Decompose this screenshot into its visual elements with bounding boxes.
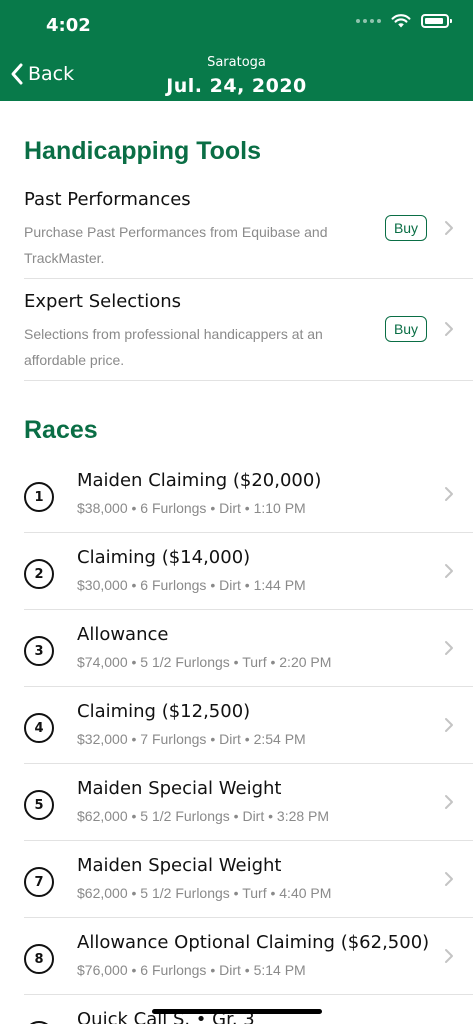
status-time: 4:02 <box>46 15 91 36</box>
race-number-badge: 5 <box>24 790 54 820</box>
race-name: Claiming ($14,000) <box>77 547 251 568</box>
race-details: $38,000 • 6 Furlongs • Dirt • 1:10 PM <box>77 500 306 516</box>
race-name: Maiden Special Weight <box>77 855 282 876</box>
race-name: Allowance <box>77 624 169 645</box>
section-title-races: Races <box>24 416 98 444</box>
race-row-1[interactable]: 1 Maiden Claiming ($20,000) $38,000 • 6 … <box>24 456 473 533</box>
race-details: $62,000 • 5 1/2 Furlongs • Dirt • 3:28 P… <box>77 808 330 824</box>
race-number-badge: 2 <box>24 559 54 589</box>
chevron-right-icon <box>445 564 453 578</box>
race-details: $62,000 • 5 1/2 Furlongs • Turf • 4:40 P… <box>77 885 332 901</box>
race-name: Claiming ($12,500) <box>77 701 251 722</box>
chevron-right-icon <box>445 221 453 235</box>
race-details: $32,000 • 7 Furlongs • Dirt • 2:54 PM <box>77 731 306 747</box>
section-title-tools: Handicapping Tools <box>24 137 262 165</box>
tool-description: Purchase Past Performances from Equibase… <box>24 224 328 266</box>
race-details: $30,000 • 6 Furlongs • Dirt • 1:44 PM <box>77 577 306 593</box>
track-name: Saratoga <box>207 55 266 70</box>
chevron-right-icon <box>445 872 453 886</box>
race-row-3[interactable]: 3 Allowance $74,000 • 5 1/2 Furlongs • T… <box>24 610 473 687</box>
race-name: Maiden Claiming ($20,000) <box>77 470 322 491</box>
battery-icon <box>421 14 452 28</box>
race-row-2[interactable]: 2 Claiming ($14,000) $30,000 • 6 Furlong… <box>24 533 473 610</box>
chevron-right-icon <box>445 487 453 501</box>
race-row-4[interactable]: 4 Claiming ($12,500) $32,000 • 7 Furlong… <box>24 687 473 764</box>
race-details: $76,000 • 6 Furlongs • Dirt • 5:14 PM <box>77 962 306 978</box>
nav-header: 4:02 Back Saratoga Jul. 24, 2020 <box>0 0 473 101</box>
signal-icon <box>356 19 381 23</box>
race-name: Allowance Optional Claiming ($62,500) <box>77 932 430 953</box>
wifi-icon <box>391 14 411 28</box>
buy-button[interactable]: Buy <box>385 215 427 241</box>
chevron-right-icon <box>445 641 453 655</box>
race-row-8[interactable]: 8 Allowance Optional Claiming ($62,500) … <box>24 918 473 995</box>
chevron-right-icon <box>445 718 453 732</box>
race-details: $74,000 • 5 1/2 Furlongs • Turf • 2:20 P… <box>77 654 332 670</box>
race-number-badge: 8 <box>24 944 54 974</box>
race-number-badge: 4 <box>24 713 54 743</box>
race-number-badge: 1 <box>24 482 54 512</box>
race-name: Maiden Special Weight <box>77 778 282 799</box>
status-bar: 4:02 <box>0 0 473 52</box>
chevron-right-icon <box>445 795 453 809</box>
buy-button[interactable]: Buy <box>385 316 427 342</box>
chevron-right-icon <box>445 322 453 336</box>
race-row-5[interactable]: 5 Maiden Special Weight $62,000 • 5 1/2 … <box>24 764 473 841</box>
race-row-7[interactable]: 7 Maiden Special Weight $62,000 • 5 1/2 … <box>24 841 473 918</box>
race-number-badge: 7 <box>24 867 54 897</box>
chevron-right-icon <box>445 949 453 963</box>
tool-title: Expert Selections <box>24 291 182 312</box>
tool-item-expert-selections[interactable]: Expert Selections Selections from profes… <box>24 291 473 381</box>
status-icons <box>356 14 452 28</box>
tool-description: Selections from professional handicapper… <box>24 326 323 368</box>
home-indicator <box>152 1009 322 1014</box>
tool-title: Past Performances <box>24 189 191 210</box>
race-date: Jul. 24, 2020 <box>166 75 307 97</box>
tool-item-past-performances[interactable]: Past Performances Purchase Past Performa… <box>24 189 473 279</box>
race-number-badge: 3 <box>24 636 54 666</box>
